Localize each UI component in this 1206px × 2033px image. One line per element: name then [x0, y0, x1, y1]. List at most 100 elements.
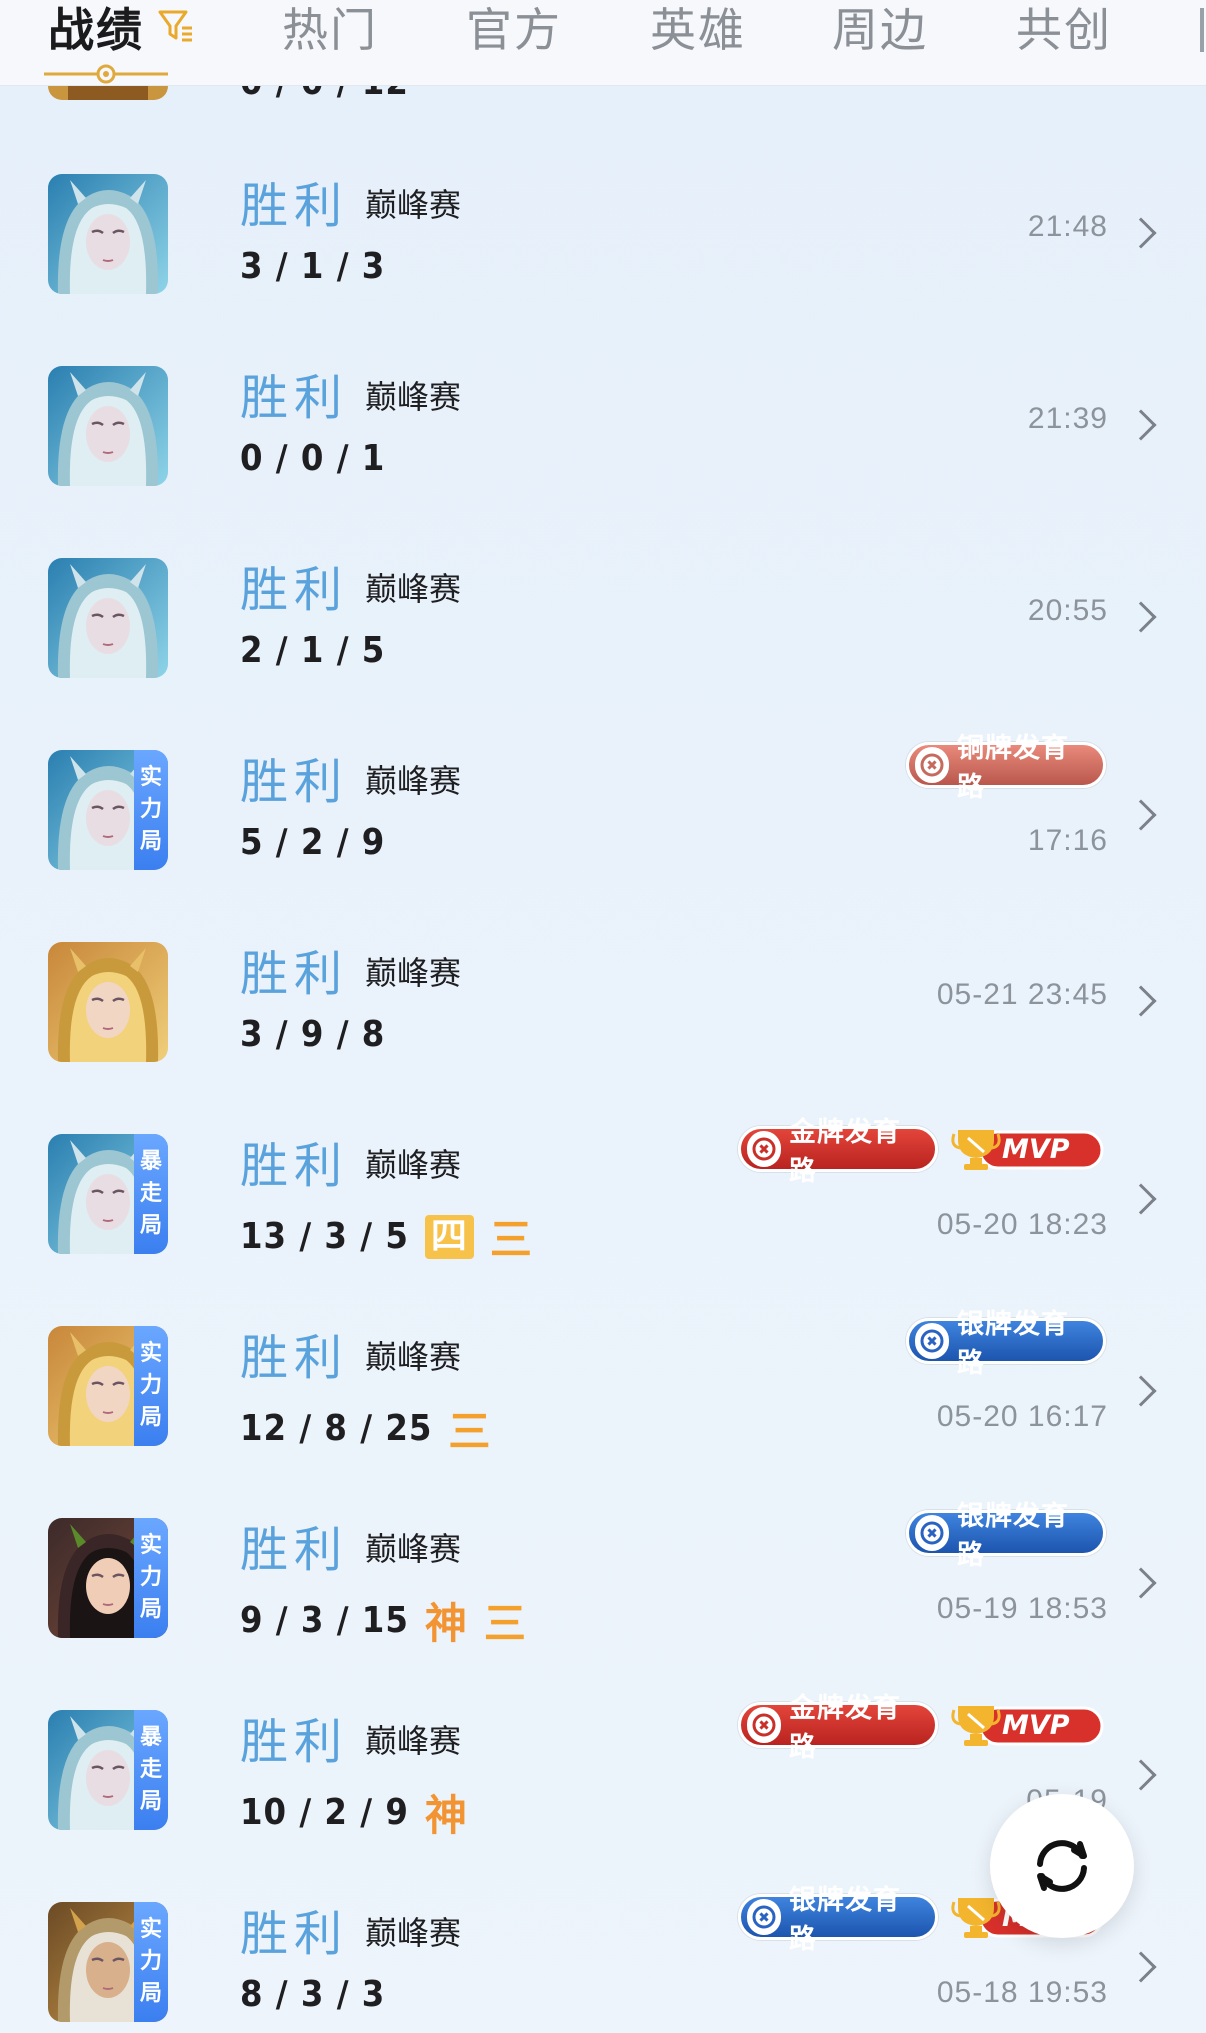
kda-line: 12 / 8 / 25 三 — [240, 1398, 491, 1459]
triple-kill-badge: 三 — [483, 1599, 527, 1648]
chevron-right-icon[interactable] — [1125, 1951, 1157, 1983]
match-time: 20:55 — [1027, 594, 1108, 627]
kda-line: 2 / 1 / 5 — [240, 630, 385, 671]
chevron-right-icon[interactable] — [1125, 1567, 1157, 1599]
tab-co-create[interactable]: 共创 — [1016, 0, 1112, 60]
hero-avatar[interactable]: 暴走局 — [48, 1710, 168, 1830]
kda-text: 12 / 8 / 25 — [240, 1408, 433, 1449]
hero-avatar[interactable]: 实力局 — [48, 750, 168, 870]
hero-avatar[interactable] — [48, 366, 168, 486]
kda-line: 3 / 9 / 8 — [240, 1014, 385, 1055]
hero-avatar[interactable] — [48, 174, 168, 294]
kda-text: 3 / 9 / 8 — [240, 1014, 386, 1055]
refresh-button[interactable] — [990, 1794, 1134, 1938]
kda-text: 0 / 0 / 1 — [240, 438, 386, 479]
kda-text: 5 / 2 / 9 — [240, 822, 386, 863]
kda-text: 3 / 1 / 3 — [240, 246, 386, 287]
match-time: 05-19 18:53 — [936, 1592, 1108, 1625]
mvp-badge: MVP — [950, 1126, 1106, 1172]
match-time: 05-21 23:45 — [936, 978, 1108, 1011]
match-tag: 实力局 — [134, 1902, 168, 2022]
kda-text: 9 / 3 / 15 — [240, 1600, 409, 1641]
match-row[interactable]: 胜利 巅峰赛 0 / 0 / 1 21:39 — [0, 318, 1206, 510]
match-row[interactable]: 实力局 胜利 巅峰赛 12 / 8 / 25 三 银牌发育路 05-20 16:17 — [0, 1278, 1206, 1470]
match-result: 胜利 — [240, 562, 349, 618]
match-mode: 巅峰赛 — [365, 1914, 462, 1952]
hero-avatar[interactable] — [48, 558, 168, 678]
filter-icon[interactable] — [156, 6, 196, 46]
tab-record[interactable]: 战绩 — [48, 0, 144, 60]
chevron-right-icon[interactable] — [1125, 1759, 1157, 1791]
godlike-badge: 神 — [424, 1791, 468, 1840]
match-row[interactable]: 胜利 巅峰赛 3 / 1 / 3 21:48 — [0, 126, 1206, 318]
match-mode: 巅峰赛 — [365, 570, 462, 608]
match-result: 胜利 — [240, 1522, 349, 1578]
match-result: 胜利 — [240, 370, 349, 426]
hero-avatar[interactable]: 实力局 — [48, 1518, 168, 1638]
silver-lane-badge: 银牌发育路 — [906, 1501, 1106, 1571]
godlike-badge: 神 — [424, 1599, 468, 1648]
match-mode: 巅峰赛 — [365, 1338, 462, 1376]
kda-line: 5 / 2 / 9 — [240, 822, 385, 863]
match-tag: 实力局 — [134, 1326, 168, 1446]
match-result: 胜利 — [240, 946, 349, 1002]
chevron-right-icon[interactable] — [1125, 217, 1157, 249]
match-tag: 暴走局 — [134, 1134, 168, 1254]
tab-official[interactable]: 官方 — [466, 0, 562, 60]
match-row[interactable]: 实力局 胜利 巅峰赛 9 / 3 / 15 神三 银牌发育路 05-19 18:53 — [0, 1470, 1206, 1662]
refresh-icon — [1037, 1840, 1087, 1892]
kda-text: 2 / 1 / 5 — [240, 630, 386, 671]
hero-avatar[interactable] — [48, 942, 168, 1062]
triple-kill-badge: 三 — [489, 1215, 533, 1264]
match-time: 05-20 18:23 — [936, 1208, 1108, 1241]
kda-line: 13 / 3 / 5 四三 — [240, 1206, 533, 1267]
match-result: 胜利 — [240, 1906, 349, 1962]
match-mode: 巅峰赛 — [365, 1146, 462, 1184]
tab-overflow-edge — [1200, 8, 1206, 52]
chevron-right-icon[interactable] — [1125, 799, 1157, 831]
kda-text: 13 / 3 / 5 — [240, 1216, 409, 1257]
kda-text: 10 / 2 / 9 — [240, 1792, 409, 1833]
match-mode: 巅峰赛 — [365, 378, 462, 416]
gold-lane-badge: 金牌发育路 — [738, 1117, 938, 1187]
hero-avatar[interactable]: 实力局 — [48, 1326, 168, 1446]
bronze-lane-badge: 铜牌发育路 — [906, 733, 1106, 803]
match-row[interactable]: 实力局 胜利 巅峰赛 5 / 2 / 9 铜牌发育路 17:16 — [0, 702, 1206, 894]
match-tag: 实力局 — [134, 750, 168, 870]
kda-line: 10 / 2 / 9 神 — [240, 1782, 468, 1843]
top-tab-bar: 战绩 热门 官方 英雄 周边 共创 — [0, 0, 1206, 86]
chevron-right-icon[interactable] — [1125, 409, 1157, 441]
silver-lane-badge: 银牌发育路 — [738, 1885, 938, 1955]
match-time: 17:16 — [1027, 824, 1108, 857]
match-result: 胜利 — [240, 1714, 349, 1770]
kda-text: 8 / 3 / 3 — [240, 1974, 386, 2015]
match-mode: 巅峰赛 — [365, 186, 462, 224]
tab-heroes[interactable]: 英雄 — [650, 0, 746, 60]
chevron-right-icon[interactable] — [1125, 1183, 1157, 1215]
match-mode: 巅峰赛 — [365, 1722, 462, 1760]
match-row[interactable]: 暴走局 胜利 巅峰赛 13 / 3 / 5 四三 MVP 金牌发育路 05-20 18:23 — [0, 1086, 1206, 1278]
match-mode: 巅峰赛 — [365, 954, 462, 992]
chevron-right-icon[interactable] — [1125, 1375, 1157, 1407]
match-tag: 暴走局 — [134, 1710, 168, 1830]
kda-line: 8 / 3 / 3 — [240, 1974, 385, 2015]
match-time: 21:48 — [1027, 210, 1108, 243]
chevron-right-icon[interactable] — [1125, 601, 1157, 633]
tab-merch[interactable]: 周边 — [832, 0, 928, 60]
gold-lane-badge: 金牌发育路 — [738, 1693, 938, 1763]
chevron-right-icon[interactable] — [1125, 985, 1157, 1017]
match-result: 胜利 — [240, 1330, 349, 1386]
match-row[interactable]: 胜利 巅峰赛 2 / 1 / 5 20:55 — [0, 510, 1206, 702]
match-time: 05-20 16:17 — [936, 1400, 1108, 1433]
match-tag: 实力局 — [134, 1518, 168, 1638]
mvp-badge: MVP — [950, 1702, 1106, 1748]
tab-hot[interactable]: 热门 — [282, 0, 378, 60]
hero-avatar[interactable]: 实力局 — [48, 1902, 168, 2022]
match-result: 胜利 — [240, 178, 349, 234]
match-row[interactable]: 胜利 巅峰赛 3 / 9 / 8 05-21 23:45 — [0, 894, 1206, 1086]
match-time: 21:39 — [1027, 402, 1108, 435]
kda-line: 9 / 3 / 15 神三 — [240, 1590, 527, 1651]
match-mode: 巅峰赛 — [365, 762, 462, 800]
match-mode: 巅峰赛 — [365, 1530, 462, 1568]
hero-avatar[interactable]: 暴走局 — [48, 1134, 168, 1254]
